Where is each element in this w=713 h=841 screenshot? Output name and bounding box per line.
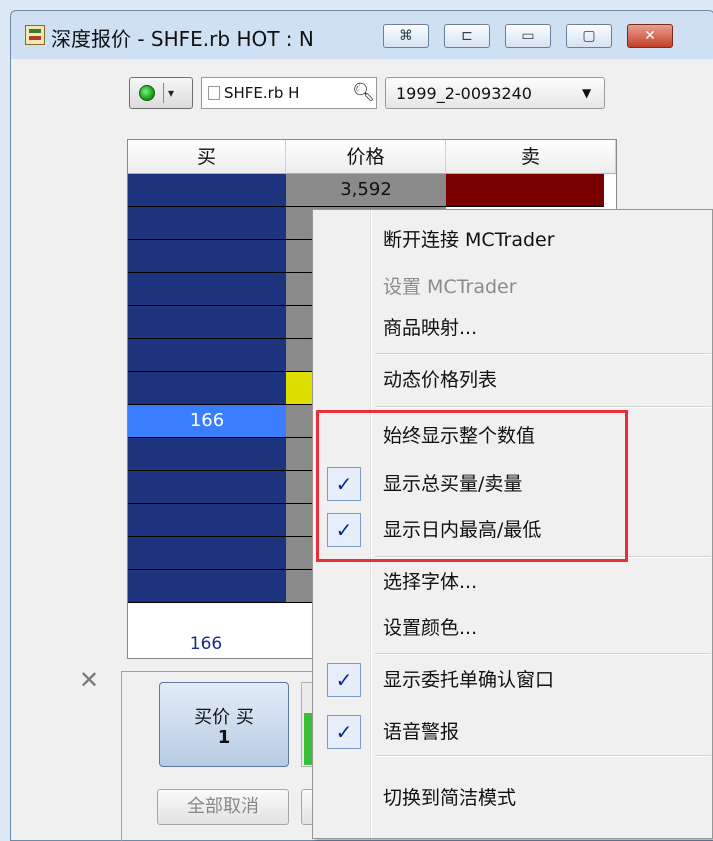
total-bid-volume: 166 — [189, 634, 223, 654]
bid-column-header[interactable]: 买 — [128, 140, 286, 174]
connection-status-icon — [139, 85, 155, 101]
buy-button-label: 买价 买 — [194, 707, 254, 728]
bid-cell[interactable]: 166 — [128, 405, 286, 438]
menu-item-label: 动态价格列表 — [383, 369, 498, 391]
search-icon[interactable]: 🔍︎ — [352, 82, 375, 103]
menu-separator — [375, 353, 711, 355]
menu-separator — [375, 653, 711, 655]
menu-item-label: 语音警报 — [383, 721, 460, 743]
title-bar[interactable]: 深度报价 - SHFE.rb HOT : N ⌘ ⊏ ▭ ▢ ✕ — [11, 11, 713, 59]
dropdown-arrow-icon: ▾ — [168, 86, 175, 100]
menu-item-label: 设置颜色... — [383, 617, 478, 639]
menu-item[interactable]: 设置 MCTrader — [313, 265, 712, 309]
account-value: 1999_2-0093240 — [396, 84, 532, 103]
bid-cell[interactable] — [128, 174, 286, 207]
cancel-all-button[interactable]: 全部取消 — [157, 789, 289, 825]
symbol-value: SHFE.rb H — [224, 84, 300, 102]
bid-cell[interactable] — [128, 438, 286, 471]
bid-cell[interactable] — [128, 372, 286, 405]
minimize-button[interactable]: ▭ — [505, 24, 551, 48]
buy-button-quantity: 1 — [217, 727, 231, 748]
menu-item-label: 设置 MCTrader — [383, 276, 517, 298]
symbol-input[interactable]: SHFE.rb H 🔍︎ — [201, 77, 377, 109]
menu-item[interactable]: 选择字体... — [313, 560, 712, 604]
dock-button[interactable]: ⊏ — [444, 24, 490, 48]
menu-item-label: 断开连接 MCTrader — [383, 229, 555, 251]
account-select[interactable]: 1999_2-0093240 ▼ — [385, 77, 605, 109]
close-icon: ✕ — [644, 28, 656, 44]
ask-column-header[interactable]: 卖 — [446, 140, 616, 174]
menu-item-label: 显示委托单确认窗口 — [383, 669, 555, 691]
bid-cell[interactable] — [128, 306, 286, 339]
dock-icon: ⊏ — [461, 28, 473, 44]
checkmark-icon: ✓ — [327, 715, 361, 749]
bid-cell[interactable] — [128, 339, 286, 372]
menu-item[interactable]: 设置颜色... — [313, 606, 712, 650]
bid-cell[interactable] — [128, 504, 286, 537]
highlight-frame — [316, 410, 628, 562]
checkmark-icon: ✓ — [327, 663, 361, 697]
menu-item[interactable]: 切换到简洁模式 — [313, 776, 712, 820]
buy-at-bid-button[interactable]: 买价 买 1 — [159, 682, 289, 767]
chevron-down-icon: ▼ — [582, 86, 592, 100]
window-title: 深度报价 - SHFE.rb HOT : N — [51, 27, 314, 51]
pin-icon: ⌘ — [399, 28, 413, 44]
menu-separator — [375, 755, 711, 757]
maximize-icon: ▢ — [582, 28, 596, 44]
menu-item[interactable]: 断开连接 MCTrader — [313, 218, 712, 262]
connection-status-button[interactable]: ▾ — [129, 77, 193, 109]
bid-cell[interactable] — [128, 273, 286, 306]
bid-cell[interactable] — [128, 207, 286, 240]
bid-cell[interactable] — [128, 471, 286, 504]
menu-item[interactable]: 动态价格列表 — [313, 358, 712, 402]
menu-separator — [375, 406, 711, 408]
menu-item-label: 切换到简洁模式 — [383, 787, 517, 809]
bid-cell[interactable] — [128, 537, 286, 570]
pin-button[interactable]: ⌘ — [383, 24, 429, 48]
bid-cell[interactable] — [128, 240, 286, 273]
symbol-checkbox[interactable] — [208, 86, 220, 100]
ask-cell[interactable] — [446, 174, 604, 207]
menu-item-label: 商品映射... — [383, 317, 478, 339]
close-tab-icon[interactable]: ✕ — [79, 666, 99, 694]
price-cell[interactable]: 3,592 — [286, 174, 446, 207]
button-divider — [163, 83, 164, 103]
maximize-button[interactable]: ▢ — [566, 24, 612, 48]
menu-item[interactable]: 商品映射... — [313, 306, 712, 350]
menu-item-label: 选择字体... — [383, 571, 478, 593]
menu-item[interactable]: ✓ 语音警报 — [313, 710, 712, 754]
close-button[interactable]: ✕ — [627, 24, 673, 48]
minimize-icon: ▭ — [521, 28, 535, 44]
price-column-header[interactable]: 价格 — [286, 140, 446, 174]
menu-item[interactable]: ✓ 显示委托单确认窗口 — [313, 658, 712, 702]
app-icon — [25, 25, 45, 45]
bid-cell[interactable] — [128, 570, 286, 603]
